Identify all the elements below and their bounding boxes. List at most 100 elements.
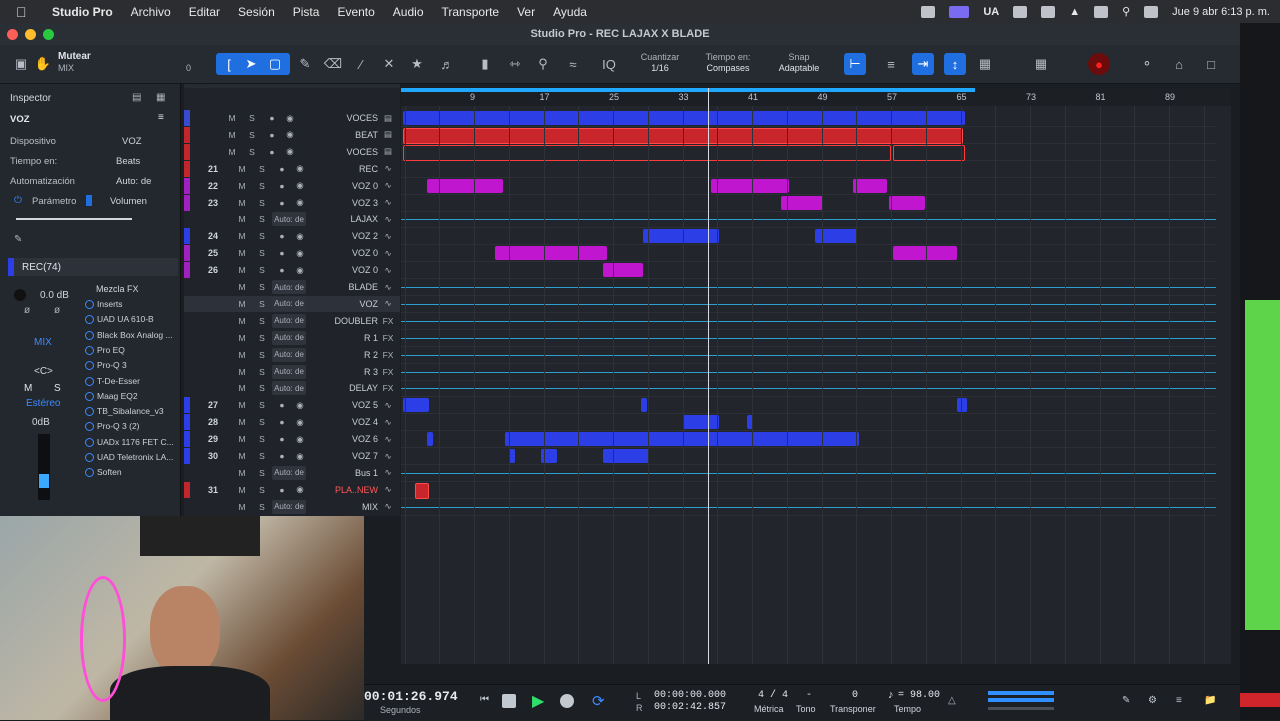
track-solo-button[interactable]: S [256,314,268,328]
track-mute-button[interactable]: M [236,365,248,379]
track-mute-button[interactable]: M [236,314,248,328]
meter-value[interactable]: 4 / 4 [758,690,788,701]
track-record-button[interactable]: ● [276,162,288,176]
track-record-button[interactable]: ● [276,196,288,210]
track-record-button[interactable]: ● [276,483,288,497]
track-automation-mode[interactable]: Auto: de [272,364,306,379]
track-monitor-button[interactable]: ◉ [294,432,306,446]
mute-tool-icon[interactable]: ✕ [378,53,400,75]
volume-fader[interactable] [38,434,50,500]
menu-pista[interactable]: Pista [293,5,320,19]
menu-editar[interactable]: Editar [189,5,220,19]
track-mute-button[interactable]: M [236,466,248,480]
track-record-button[interactable]: ● [276,415,288,429]
time-select[interactable]: Beats [116,156,140,167]
comp-icon[interactable]: ≈ [562,53,584,75]
track-name[interactable]: VOZ 0 [322,263,378,277]
stage-manager-icon[interactable] [949,5,970,18]
track-mute-button[interactable]: M [236,500,248,514]
apple-icon[interactable]:  [16,4,32,20]
track-row[interactable]: 27 M S ● ◉ VOZ 5 ∿ [184,397,400,414]
iq-icon[interactable]: IQ [598,53,620,75]
track-monitor-button[interactable]: ◉ [294,415,306,429]
audio-event[interactable] [957,398,967,413]
track-mute-button[interactable]: M [236,179,248,193]
track-solo-button[interactable]: S [256,348,268,362]
track-name[interactable]: VOCES [322,145,378,159]
track-solo-button[interactable]: S [256,381,268,395]
power-icon[interactable] [85,406,94,416]
track-solo-button[interactable]: S [256,280,268,294]
track-row[interactable]: 24 M S ● ◉ VOZ 2 ∿ [184,228,400,245]
track-row[interactable]: M S Auto: de BLADE ∿ [184,279,400,295]
inspector-toggle-icon[interactable]: ▣ [10,53,32,75]
track-solo-button[interactable]: S [256,415,268,429]
insert-slot[interactable]: Pro EQ [85,343,175,357]
grid-icon[interactable]: ▦ [1030,53,1052,75]
stop-icon[interactable] [502,694,516,708]
insert-slot[interactable]: UAD UA 610-B [85,312,175,326]
menu-ver[interactable]: Ver [517,5,535,19]
track-mute-button[interactable]: M [236,229,248,243]
track-automation-mode[interactable]: Auto: de [272,296,306,311]
track-solo-button[interactable]: S [256,466,268,480]
mixer-icon[interactable]: ≡ [1176,695,1182,706]
search-icon[interactable]: ⚲ [1122,5,1130,18]
key-value[interactable]: - [806,690,812,701]
track-row[interactable]: M S ● ◉ BEAT ▤ [184,126,400,143]
audio-event[interactable] [603,263,643,278]
track-mute-button[interactable]: M [236,432,248,446]
battery-icon[interactable] [1094,5,1109,18]
track-name[interactable]: REC [322,162,378,176]
track-solo-button[interactable]: S [256,365,268,379]
track-solo-button[interactable]: S [256,398,268,412]
record-icon[interactable] [560,694,574,708]
audio-event[interactable] [403,398,429,413]
timebase-select[interactable]: Compases [692,63,764,74]
track-name[interactable]: DELAY [322,381,378,395]
loop-end[interactable]: 00:02:42.857 [654,702,726,713]
mix-label[interactable]: MIX [34,337,52,348]
inspector-tabs-icon[interactable]: ▦ [156,92,165,103]
track-mute-button[interactable]: M [236,280,248,294]
track-automation-mode[interactable]: Auto: de [272,347,306,362]
insert-slot[interactable]: Pro-Q 3 [85,358,175,372]
track-row[interactable]: 29 M S ● ◉ VOZ 6 ∿ [184,431,400,448]
automation-select[interactable]: Auto: de [116,176,151,187]
track-record-button[interactable]: ● [276,263,288,277]
track-automation-mode[interactable]: Auto: de [272,212,306,227]
track-solo-button[interactable]: S [256,500,268,514]
transpose-value[interactable]: 0 [852,690,858,701]
loop-start[interactable]: 00:00:00.000 [654,690,726,701]
track-monitor-button[interactable]: ◉ [294,398,306,412]
track-solo-button[interactable]: S [246,111,258,125]
track-mute-button[interactable]: M [236,212,248,226]
snap-toggle-icon[interactable]: ⊢ [844,53,866,75]
pan-value[interactable]: <C> [34,366,53,377]
sync-icon[interactable]: ⚬ [1136,53,1158,75]
autoscroll-icon[interactable]: ≡ [880,53,902,75]
track-row[interactable]: 26 M S ● ◉ VOZ 0 ∿ [184,262,400,279]
track-monitor-button[interactable]: ◉ [294,229,306,243]
track-name[interactable]: VOZ 6 [322,432,378,446]
track-row[interactable]: M S Auto: de R 3 FX [184,364,400,380]
zoom-window-button[interactable] [43,29,54,40]
track-mute-button[interactable]: M [236,331,248,345]
insert-slot[interactable]: T-De-Esser [85,374,175,388]
track-solo-button[interactable]: S [256,483,268,497]
menu-ayuda[interactable]: Ayuda [553,5,587,19]
power-icon[interactable] [85,421,94,431]
track-mute-button[interactable]: M [236,162,248,176]
track-mute-button[interactable]: M [236,415,248,429]
track-record-button[interactable]: ● [276,229,288,243]
menu-audio[interactable]: Audio [393,5,424,19]
track-solo-button[interactable]: S [256,432,268,446]
track-automation-mode[interactable]: Auto: de [272,280,306,294]
track-name[interactable]: VOZ 0 [322,179,378,193]
track-solo-button[interactable]: S [256,212,268,226]
audio-event[interactable] [641,398,647,413]
track-name[interactable]: VOZ 3 [322,196,378,210]
track-record-button[interactable]: ● [266,128,278,142]
timeline-ruler[interactable]: 9 17 25 33 41 49 57 65 73 81 89 [401,88,1231,106]
insert-slot[interactable]: UADx 1176 FET C... [85,435,175,449]
